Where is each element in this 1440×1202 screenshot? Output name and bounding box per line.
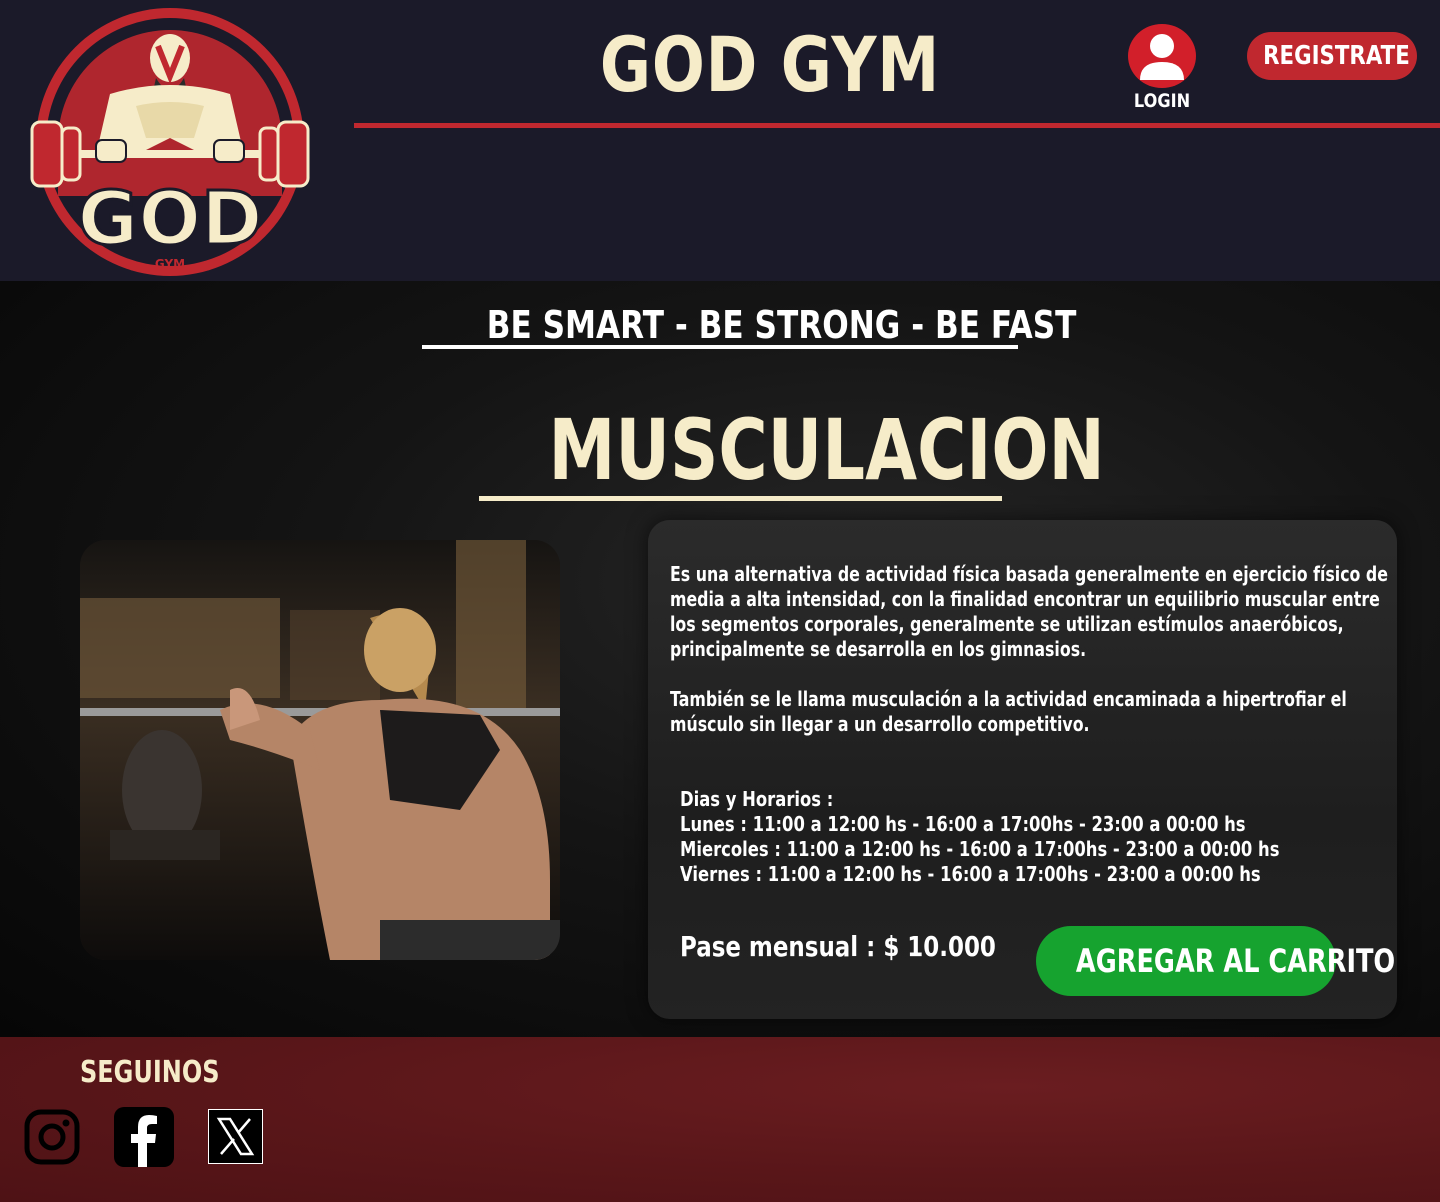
description-paragraph: También se le llama musculación a la act…: [670, 687, 1347, 736]
user-icon[interactable]: [1128, 24, 1196, 88]
logo-subtext: GYM: [155, 257, 185, 271]
monthly-price: Pase mensual : $ 10.000: [680, 930, 996, 963]
schedule: Dias y Horarios : Lunes : 11:00 a 12:00 …: [680, 787, 1279, 887]
god-gym-logo[interactable]: GOD GYM: [18, 6, 322, 278]
instagram-icon[interactable]: [24, 1109, 80, 1165]
follow-us-label: SEGUINOS: [80, 1055, 220, 1090]
section-title: MUSCULACION: [479, 403, 1105, 501]
site-header: GOD GYM GOD GYM LOGIN REGISTRATE: [0, 0, 1440, 281]
info-card: Es una alternativa de actividad física b…: [648, 520, 1397, 1019]
logo-text: GOD: [77, 176, 262, 262]
login-button[interactable]: LOGIN: [1122, 24, 1202, 114]
header-divider: [354, 123, 1440, 128]
add-to-cart-label[interactable]: AGREGAR AL CARRITO: [1076, 942, 1395, 980]
register-button[interactable]: REGISTRATE: [1247, 32, 1417, 80]
site-title: GOD GYM: [599, 20, 941, 109]
facebook-icon[interactable]: [114, 1107, 174, 1167]
description: Es una alternativa de actividad física b…: [670, 562, 1390, 737]
login-label[interactable]: LOGIN: [1128, 90, 1196, 112]
add-to-cart-button[interactable]: AGREGAR AL CARRITO: [1036, 926, 1395, 996]
register-label[interactable]: REGISTRATE: [1263, 41, 1410, 71]
site-footer: SEGUINOS: [0, 1037, 1440, 1202]
main-content: BE SMART - BE STRONG - BE FAST MUSCULACI…: [0, 281, 1440, 1037]
schedule-title: Dias y Horarios :: [680, 787, 834, 811]
x-icon[interactable]: [208, 1109, 263, 1164]
class-photo: [80, 540, 560, 960]
schedule-row: Lunes : 11:00 a 12:00 hs - 16:00 a 17:00…: [680, 812, 1246, 836]
description-paragraph: Es una alternativa de actividad física b…: [670, 562, 1388, 661]
schedule-row: Miercoles : 11:00 a 12:00 hs - 16:00 a 1…: [680, 837, 1280, 861]
tagline-text: BE SMART - BE STRONG - BE FAST: [486, 303, 1077, 347]
schedule-row: Viernes : 11:00 a 12:00 hs - 16:00 a 17:…: [680, 862, 1261, 886]
tagline: BE SMART - BE STRONG - BE FAST: [422, 303, 1076, 349]
section-title-text: MUSCULACION: [548, 401, 1105, 499]
